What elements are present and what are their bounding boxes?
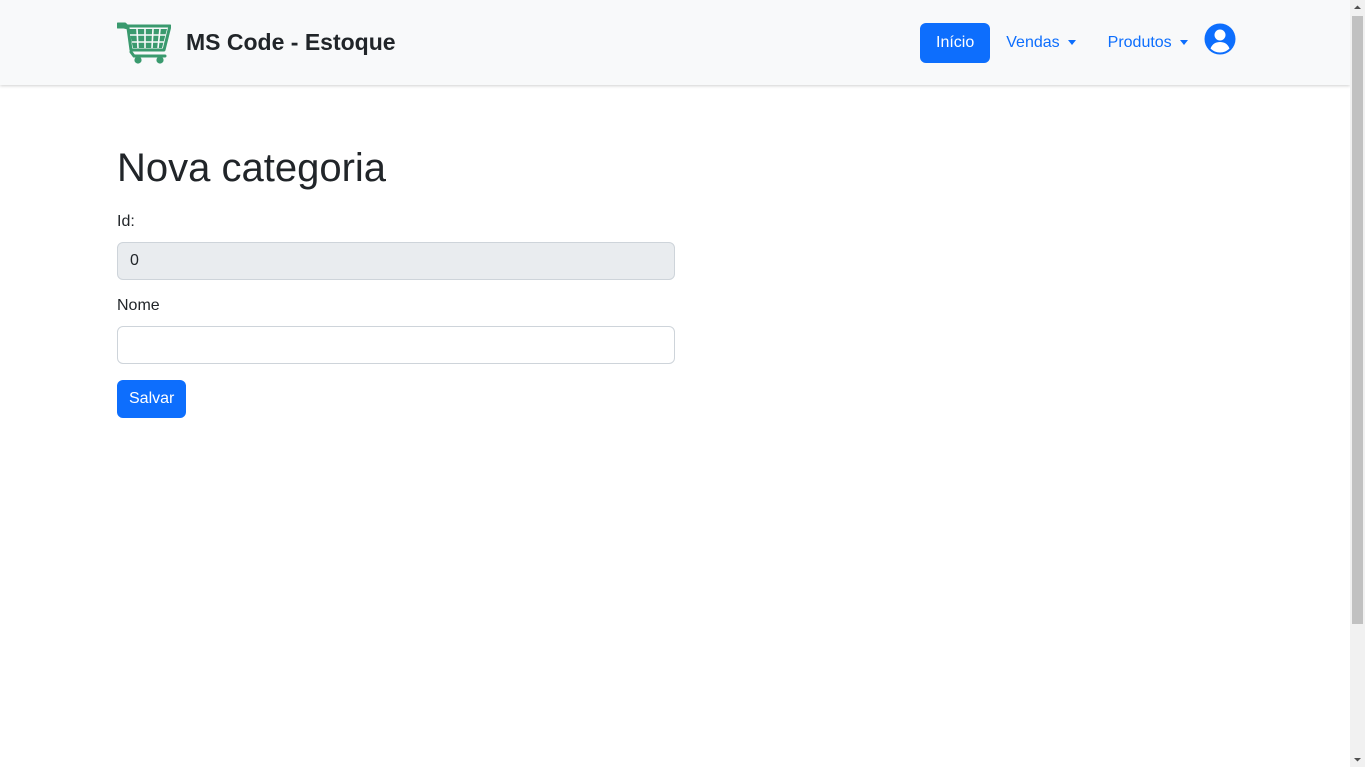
save-button[interactable]: Salvar: [117, 380, 187, 418]
id-field[interactable]: [117, 242, 675, 280]
shopping-cart-icon: [117, 22, 171, 64]
chevron-down-icon: [1179, 39, 1188, 45]
brand[interactable]: MS Code - Estoque: [117, 20, 396, 64]
page-title: Nova categoria: [117, 146, 387, 190]
top-navbar: MS Code - Estoque Início Vendas Produtos: [0, 0, 1350, 85]
scroll-down-arrow-icon[interactable]: [1350, 752, 1365, 767]
brand-title: MS Code - Estoque: [186, 28, 396, 55]
nav-item-produtos-label: Produtos: [1107, 34, 1172, 51]
nav-menu: Início Vendas Produtos: [920, 23, 1236, 63]
nav-item-vendas[interactable]: Vendas: [990, 23, 1091, 63]
scroll-thumb[interactable]: [1352, 16, 1363, 624]
category-form: Id: Nome Salvar: [117, 210, 677, 418]
scroll-up-arrow-icon[interactable]: [1350, 0, 1365, 15]
main-content: Nova categoria Id: Nome Salvar: [117, 140, 677, 418]
vertical-scrollbar[interactable]: [1350, 0, 1365, 767]
nome-label: Nome: [117, 297, 160, 314]
nav-item-produtos[interactable]: Produtos: [1092, 23, 1204, 63]
nome-field[interactable]: [117, 326, 675, 364]
nav-item-inicio[interactable]: Início: [920, 23, 991, 63]
chevron-down-icon: [1067, 39, 1076, 45]
user-circle-icon[interactable]: [1204, 23, 1236, 55]
id-label: Id:: [117, 213, 135, 230]
nav-item-vendas-label: Vendas: [1006, 34, 1060, 51]
